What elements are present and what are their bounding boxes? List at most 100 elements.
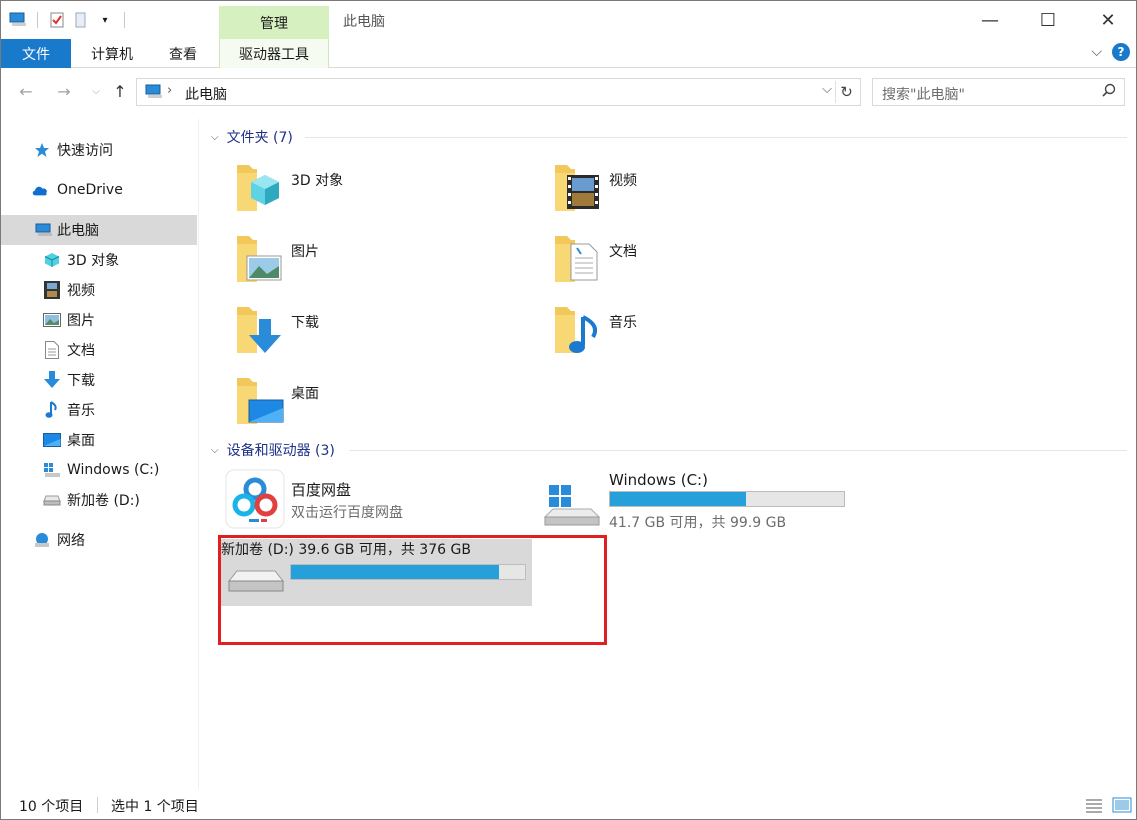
drive-subtitle: 41.7 GB 可用，共 99.9 GB: [609, 515, 787, 531]
windows-drive-icon: [43, 461, 61, 479]
recent-locations-icon[interactable]: ⌵: [85, 80, 107, 102]
star-icon: [33, 141, 51, 159]
search-icon[interactable]: [1102, 83, 1116, 101]
sidebar-item-network[interactable]: 网络: [1, 525, 197, 555]
expand-ribbon-icon[interactable]: ⌵: [1091, 44, 1102, 60]
folder-label: 视频: [609, 173, 637, 189]
new-folder-icon[interactable]: [72, 11, 90, 29]
folder-documents[interactable]: 文档: [553, 230, 853, 290]
sidebar-item-label: 桌面: [67, 433, 95, 449]
sidebar-item-windows-c[interactable]: Windows (C:): [1, 455, 197, 485]
maximize-button[interactable]: ☐: [1025, 1, 1071, 39]
search-placeholder: 搜索"此电脑": [882, 87, 965, 103]
view-switcher: [1084, 797, 1132, 817]
window-title: 此电脑: [343, 14, 385, 30]
music-icon: [43, 401, 61, 419]
item-count: 10 个项目: [19, 799, 84, 815]
sidebar-item-label: 下载: [67, 373, 95, 389]
chevron-down-icon[interactable]: ⌵: [822, 82, 832, 97]
sidebar-item-documents[interactable]: 文档: [1, 335, 197, 365]
folder-desktop[interactable]: 桌面: [235, 372, 535, 432]
sidebar-item-music[interactable]: 音乐: [1, 395, 197, 425]
large-icons-view-icon[interactable]: [1112, 797, 1132, 817]
collapse-icon[interactable]: ⌵: [211, 132, 219, 143]
tab-drive-tools[interactable]: 驱动器工具: [219, 39, 329, 68]
back-arrow-icon[interactable]: ←: [15, 80, 37, 102]
folder-videos[interactable]: 视频: [553, 159, 853, 219]
sidebar-item-pictures[interactable]: 图片: [1, 305, 197, 335]
document-icon: [43, 341, 61, 359]
search-input[interactable]: 搜索"此电脑": [872, 78, 1125, 106]
folder-pictures[interactable]: 图片: [235, 230, 535, 290]
sidebar-item-label: Windows (C:): [67, 462, 160, 478]
sidebar-item-label: 图片: [67, 313, 95, 329]
folder-label: 3D 对象: [291, 173, 344, 189]
windows-c-drive-item[interactable]: Windows (C:) 41.7 GB 可用，共 99.9 GB: [543, 469, 863, 533]
section-header-devices[interactable]: ⌵ 设备和驱动器 (3): [211, 439, 335, 461]
customize-dropdown-icon[interactable]: ▾: [96, 11, 114, 29]
details-view-icon[interactable]: [1084, 797, 1104, 817]
folder-label: 桌面: [291, 386, 319, 402]
drive-label: Windows (C:): [609, 471, 708, 489]
content-pane: ⌵ 文件夹 (7) 3D 对象 视频 图片 文档 下载 音乐 桌面 ⌵ 设备和驱…: [201, 119, 1136, 789]
baidu-netdisk-item[interactable]: 百度网盘 双击运行百度网盘: [225, 469, 525, 533]
navigation-pane: 快速访问 OneDrive 此电脑 3D 对象 视频 图片 文档 下载 音乐 桌…: [1, 119, 199, 789]
refresh-icon[interactable]: ↻: [835, 81, 857, 103]
forward-arrow-icon[interactable]: →: [53, 80, 75, 102]
desktop-folder-icon: [237, 378, 284, 424]
folder-label: 图片: [291, 244, 319, 260]
sidebar-item-this-pc[interactable]: 此电脑: [1, 215, 197, 245]
quick-access-toolbar: ▾: [9, 9, 129, 31]
folder-downloads[interactable]: 下载: [235, 301, 535, 361]
sidebar-item-label: 网络: [57, 533, 85, 549]
highlight-annotation-box: [218, 535, 607, 645]
sidebar-item-label: 视频: [67, 283, 95, 299]
tab-view[interactable]: 查看: [151, 39, 215, 68]
sidebar-item-videos[interactable]: 视频: [1, 275, 197, 305]
network-icon: [33, 531, 51, 549]
sidebar-item-new-volume-d[interactable]: 新加卷 (D:): [1, 485, 197, 515]
computer-icon: [35, 221, 53, 239]
sidebar-item-onedrive[interactable]: OneDrive: [1, 175, 197, 205]
help-icon[interactable]: ?: [1112, 43, 1130, 61]
cube-folder-icon: [237, 165, 279, 211]
sidebar-item-label: 3D 对象: [67, 253, 120, 269]
minimize-button[interactable]: —: [967, 1, 1013, 39]
up-arrow-icon[interactable]: ↑: [109, 80, 131, 102]
computer-icon[interactable]: [9, 11, 27, 29]
breadcrumb[interactable]: 此电脑: [185, 84, 227, 104]
folder-music[interactable]: 音乐: [553, 301, 853, 361]
status-divider: [97, 797, 98, 813]
sidebar-item-downloads[interactable]: 下载: [1, 365, 197, 395]
address-bar[interactable]: › 此电脑 ⌵ ↻: [136, 78, 861, 106]
drive-label: 百度网盘: [291, 481, 352, 499]
section-divider: [349, 450, 1127, 451]
sidebar-item-label: OneDrive: [57, 182, 123, 198]
folder-3d-objects[interactable]: 3D 对象: [235, 159, 535, 219]
desktop-icon: [43, 431, 61, 449]
tab-computer[interactable]: 计算机: [77, 39, 147, 68]
drive-subtitle: 双击运行百度网盘: [291, 505, 403, 521]
sidebar-item-desktop[interactable]: 桌面: [1, 425, 197, 455]
collapse-icon[interactable]: ⌵: [211, 445, 219, 456]
section-title: 文件夹 (7): [226, 130, 293, 146]
baidu-netdisk-icon: [225, 469, 285, 529]
picture-icon: [43, 311, 61, 329]
computer-icon: [145, 84, 163, 104]
properties-icon[interactable]: [48, 11, 66, 29]
folder-label: 音乐: [609, 315, 637, 331]
download-icon: [43, 371, 61, 389]
tab-manage[interactable]: 管理: [219, 6, 329, 39]
breadcrumb-separator-icon[interactable]: ›: [167, 83, 172, 98]
selected-count: 选中 1 个项目: [111, 799, 199, 815]
storage-usage-fill: [610, 492, 746, 506]
navigation-bar: ← → ⌵ ↑ › 此电脑 ⌵ ↻ 搜索"此电脑": [1, 71, 1136, 111]
sidebar-item-quick-access[interactable]: 快速访问: [1, 135, 197, 165]
section-header-folders[interactable]: ⌵ 文件夹 (7): [211, 126, 293, 148]
drive-icon: [43, 491, 61, 509]
status-bar: 10 个项目 选中 1 个项目: [1, 791, 1136, 819]
tab-file[interactable]: 文件: [1, 39, 71, 68]
cloud-icon: [31, 181, 49, 199]
close-button[interactable]: ✕: [1085, 1, 1131, 39]
sidebar-item-3d-objects[interactable]: 3D 对象: [1, 245, 197, 275]
